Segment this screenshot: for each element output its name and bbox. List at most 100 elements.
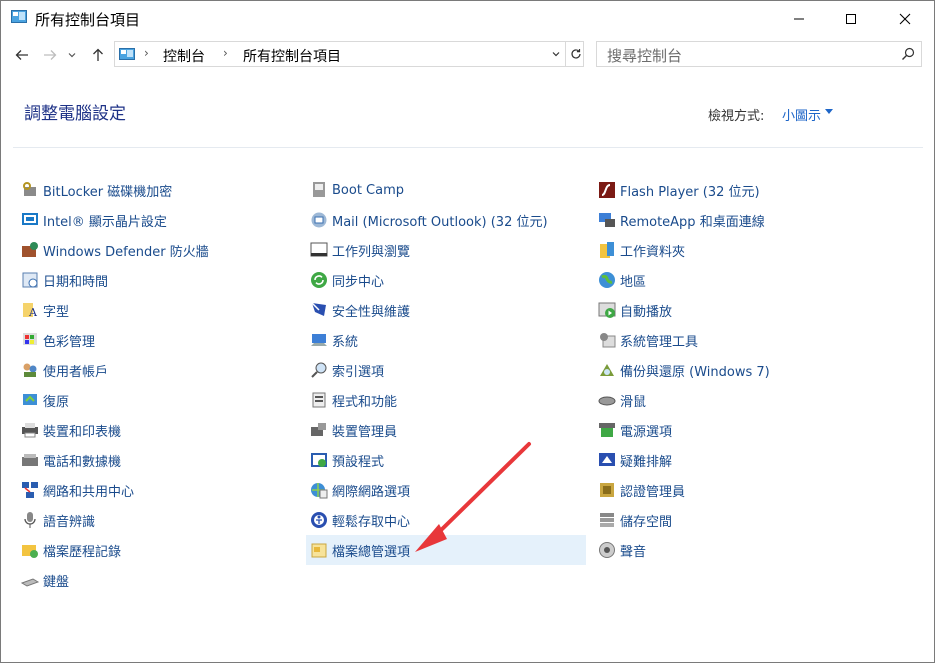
breadcrumb-all-items[interactable]: 所有控制台項目 xyxy=(243,46,341,66)
control-panel-item[interactable]: 語音辨識 xyxy=(17,505,95,535)
control-panel-item[interactable]: 復原 xyxy=(17,385,69,415)
control-panel-item[interactable]: 同步中心 xyxy=(306,265,384,295)
control-panel-item[interactable]: 日期和時間 xyxy=(17,265,108,295)
keyboard-icon xyxy=(21,578,39,587)
breadcrumb-control-panel[interactable]: 控制台 xyxy=(163,46,205,66)
control-panel-item-label: 系統管理工具 xyxy=(620,334,699,350)
control-panel-item-label: Mail (Microsoft Outlook) (32 位元) xyxy=(332,214,548,230)
control-panel-item[interactable]: 鍵盤 xyxy=(17,565,69,595)
refresh-button[interactable] xyxy=(565,42,585,66)
region-icon xyxy=(599,272,615,288)
phone-modem-icon xyxy=(22,454,38,466)
backup-restore-icon xyxy=(600,364,614,376)
control-panel-item-label: 電源選項 xyxy=(620,424,673,440)
control-panel-item-label: 備份與還原 (Windows 7) xyxy=(620,364,770,380)
control-panel-item-label: 輕鬆存取中心 xyxy=(332,514,411,530)
search-placeholder: 搜尋控制台 xyxy=(607,47,683,65)
control-panel-item[interactable]: 使用者帳戶 xyxy=(17,355,108,385)
control-panel-item[interactable]: Intel® 顯示晶片設定 xyxy=(17,205,167,235)
back-button[interactable] xyxy=(11,42,33,68)
control-panel-item[interactable]: Mail (Microsoft Outlook) (32 位元) xyxy=(306,205,548,235)
breadcrumb-separator: › xyxy=(223,46,228,60)
control-panel-item[interactable]: 檔案總管選項 xyxy=(306,535,586,565)
control-panel-item[interactable]: 電源選項 xyxy=(594,415,672,445)
control-panel-item[interactable]: BitLocker 磁碟機加密 xyxy=(17,175,172,205)
control-panel-item-label: 工作資料夾 xyxy=(620,244,686,260)
mail-icon xyxy=(311,212,327,228)
control-panel-item-label: 使用者帳戶 xyxy=(43,364,109,380)
control-panel-item[interactable]: 工作資料夾 xyxy=(594,235,685,265)
forward-button[interactable] xyxy=(39,42,61,68)
bitlocker-icon xyxy=(23,182,36,196)
view-by-label: 檢視方式: xyxy=(708,109,765,124)
view-by-dropdown[interactable]: 小圖示 xyxy=(782,105,821,124)
control-panel-item[interactable]: 系統 xyxy=(306,325,358,355)
sound-icon xyxy=(599,542,615,558)
control-panel-item[interactable]: 輕鬆存取中心 xyxy=(306,505,410,535)
control-panel-item-label: 同步中心 xyxy=(332,274,385,290)
indexing-options-icon xyxy=(311,362,327,378)
security-maintenance-icon xyxy=(311,302,326,316)
recent-locations-button[interactable] xyxy=(64,42,80,68)
control-panel-item[interactable]: 網際網路選項 xyxy=(306,475,410,505)
control-panel-item[interactable]: A 字型 xyxy=(17,295,69,325)
search-box[interactable]: 搜尋控制台 xyxy=(596,41,922,67)
control-panel-item[interactable]: Boot Camp xyxy=(306,175,404,205)
address-dropdown-button[interactable] xyxy=(547,42,565,66)
control-panel-item[interactable]: 儲存空間 xyxy=(594,505,672,535)
control-panel-item[interactable]: 自動播放 xyxy=(594,295,672,325)
control-panel-item[interactable]: 認證管理員 xyxy=(594,475,685,505)
default-programs-icon xyxy=(311,453,327,467)
control-panel-item-label: 語音辨識 xyxy=(43,514,96,530)
flash-player-icon xyxy=(599,182,615,198)
control-panel-item-label: Windows Defender 防火牆 xyxy=(43,244,209,260)
control-panel-item[interactable]: 網路和共用中心 xyxy=(17,475,134,505)
credential-manager-icon xyxy=(600,483,614,497)
control-panel-item[interactable]: 裝置和印表機 xyxy=(17,415,121,445)
control-panel-item-label: 色彩管理 xyxy=(43,334,96,350)
control-panel-item[interactable]: 預設程式 xyxy=(306,445,384,475)
maximize-button[interactable] xyxy=(828,1,874,37)
minimize-button[interactable] xyxy=(776,1,822,37)
control-panel-item[interactable]: 地區 xyxy=(594,265,646,295)
control-panel-item[interactable]: 滑鼠 xyxy=(594,385,646,415)
control-panel-item[interactable]: 聲音 xyxy=(594,535,646,565)
control-panel-item-label: 網路和共用中心 xyxy=(43,484,135,500)
control-panel-item[interactable]: Windows Defender 防火牆 xyxy=(17,235,209,265)
control-panel-item[interactable]: 程式和功能 xyxy=(306,385,397,415)
control-panel-item[interactable]: 索引選項 xyxy=(306,355,384,385)
control-panel-item[interactable]: 色彩管理 xyxy=(17,325,95,355)
admin-tools-icon xyxy=(600,333,616,348)
control-panel-item[interactable]: Flash Player (32 位元) xyxy=(594,175,760,205)
remoteapp-icon xyxy=(599,213,615,227)
recovery-icon xyxy=(23,394,37,405)
control-panel-item[interactable]: 系統管理工具 xyxy=(594,325,698,355)
control-panel-item[interactable]: 裝置管理員 xyxy=(306,415,397,445)
control-panel-item[interactable]: RemoteApp 和桌面連線 xyxy=(594,205,765,235)
caret-down-icon[interactable] xyxy=(825,109,833,114)
control-panel-item[interactable]: 疑難排解 xyxy=(594,445,672,475)
system-icon xyxy=(311,334,327,346)
control-panel-item-label: 電話和數據機 xyxy=(43,454,122,470)
control-panel-item[interactable]: 檔案歷程記錄 xyxy=(17,535,121,565)
control-panel-icon xyxy=(119,48,135,60)
close-button[interactable] xyxy=(882,1,928,37)
device-manager-icon xyxy=(311,423,326,436)
programs-features-icon xyxy=(312,392,326,408)
control-panel-item[interactable]: 安全性與維護 xyxy=(306,295,410,325)
control-panel-item-label: Boot Camp xyxy=(332,182,405,198)
control-panel-item-label: 滑鼠 xyxy=(620,394,647,410)
intel-graphics-icon xyxy=(22,213,38,225)
search-icon[interactable] xyxy=(901,47,915,61)
up-button[interactable] xyxy=(87,42,109,68)
control-panel-item[interactable]: 備份與還原 (Windows 7) xyxy=(594,355,770,385)
title-bar: 所有控制台項目 xyxy=(1,1,934,37)
network-sharing-icon xyxy=(22,482,38,498)
address-bar[interactable]: › 控制台 › 所有控制台項目 xyxy=(114,41,584,67)
back-arrow-icon xyxy=(15,50,28,60)
control-panel-item[interactable]: 電話和數據機 xyxy=(17,445,121,475)
control-panel-item-label: 工作列與瀏覽 xyxy=(332,244,411,260)
control-panel-item[interactable]: 工作列與瀏覽 xyxy=(306,235,410,265)
work-folders-icon xyxy=(600,242,614,258)
file-history-icon xyxy=(22,545,38,558)
